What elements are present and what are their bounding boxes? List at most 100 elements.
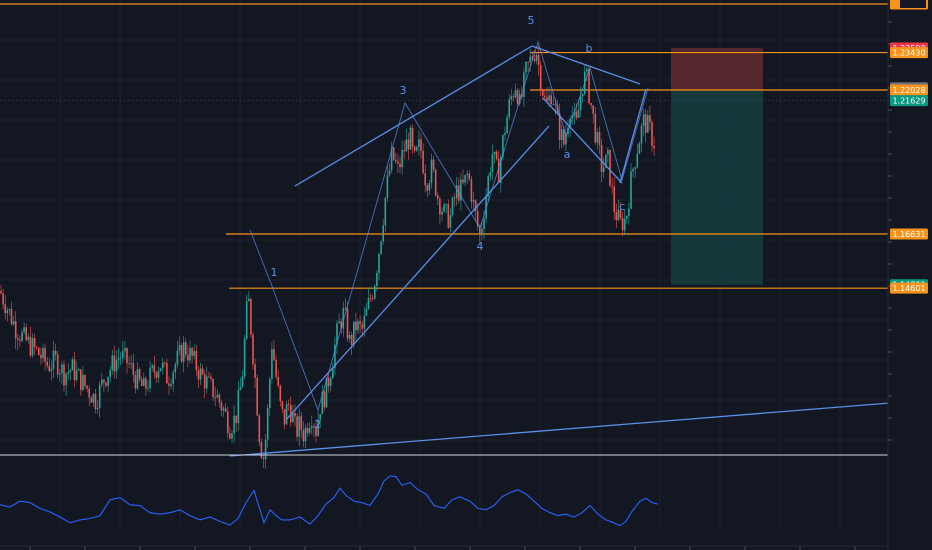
- candle-down: [403, 150, 405, 152]
- chart-root: 12345abc1.235991.234301.221121.220281.21…: [0, 0, 932, 550]
- candle-up: [466, 173, 468, 176]
- candle-down: [153, 365, 156, 373]
- candle-up: [77, 369, 80, 371]
- candle-up: [8, 309, 11, 311]
- candle-up: [119, 357, 122, 359]
- candle-down: [369, 298, 372, 300]
- candle-up: [441, 211, 443, 215]
- candle-up: [237, 390, 240, 424]
- candle-up: [193, 350, 195, 356]
- candle-up: [67, 371, 69, 374]
- candle-up: [298, 416, 300, 437]
- candle-up: [378, 253, 380, 273]
- candle-down: [103, 379, 105, 383]
- candle-up: [245, 301, 248, 339]
- take-profit-zone[interactable]: [671, 89, 763, 285]
- candle-up: [586, 68, 588, 72]
- candle-up: [579, 96, 582, 111]
- candle-down: [132, 363, 135, 375]
- candle-down: [413, 146, 416, 151]
- wave-label-a: a: [564, 148, 571, 161]
- candle-up: [623, 218, 626, 231]
- candle-down: [227, 411, 229, 434]
- candle-up: [577, 110, 580, 118]
- candle-down: [350, 334, 353, 345]
- candle-down: [220, 402, 223, 411]
- candle-up: [443, 204, 445, 212]
- candle-down: [392, 147, 395, 160]
- candle-down: [35, 347, 38, 348]
- candle-up: [491, 154, 494, 173]
- candle-up: [525, 62, 527, 73]
- candle-down: [105, 382, 107, 386]
- candle-up: [332, 368, 334, 379]
- candle-down: [86, 385, 88, 389]
- candle-down: [38, 347, 40, 355]
- candle-down: [512, 96, 515, 98]
- candle-up: [481, 228, 483, 235]
- candle-up: [31, 338, 34, 356]
- price-chart[interactable]: 12345abc1.235991.234301.221121.220281.21…: [0, 0, 932, 550]
- candle-down: [4, 304, 6, 314]
- candle-up: [27, 336, 30, 340]
- candle-down: [128, 363, 130, 365]
- candle-down: [214, 397, 216, 399]
- candle-down: [260, 442, 263, 458]
- candle-up: [149, 367, 151, 389]
- candle-up: [445, 204, 447, 205]
- candle-down: [598, 132, 601, 145]
- candle-up: [607, 149, 609, 155]
- candle-up: [338, 321, 340, 324]
- candle-down: [397, 161, 399, 164]
- candle-down: [539, 65, 542, 91]
- candle-up: [581, 93, 584, 97]
- candle-up: [21, 332, 23, 341]
- candle-up: [59, 373, 61, 375]
- candle-up: [638, 143, 641, 154]
- candle-up: [472, 200, 475, 202]
- candle-up: [174, 364, 177, 373]
- candle-down: [296, 416, 298, 437]
- candle-down: [258, 415, 261, 443]
- stop-loss-zone[interactable]: [671, 48, 763, 90]
- candle-down: [281, 401, 284, 410]
- wave-label-3: 3: [400, 84, 407, 97]
- candle-up: [382, 225, 384, 242]
- candle-up: [311, 425, 313, 429]
- wave-label-4: 4: [477, 240, 484, 253]
- candle-down: [33, 338, 36, 348]
- candle-down: [344, 307, 347, 309]
- candle-up: [363, 315, 366, 329]
- candle-down: [25, 327, 27, 340]
- candle-down: [359, 321, 361, 325]
- candle-up: [82, 374, 84, 391]
- candle-up: [98, 384, 101, 408]
- candle-down: [19, 339, 21, 341]
- candle-down: [355, 321, 357, 331]
- candle-up: [206, 376, 208, 389]
- candle-up: [130, 363, 132, 365]
- candle-down: [590, 103, 592, 106]
- candle-down: [252, 334, 254, 365]
- candle-up: [508, 99, 510, 118]
- candle-down: [113, 355, 116, 372]
- candle-up: [596, 132, 599, 143]
- candle-up: [109, 370, 111, 377]
- candle-up: [124, 348, 126, 351]
- candle-down: [533, 59, 536, 61]
- candle-down: [327, 377, 330, 387]
- candle-up: [65, 373, 67, 386]
- candle-down: [250, 298, 252, 335]
- candle-down: [300, 416, 303, 430]
- candle-up: [239, 387, 242, 391]
- candle-up: [266, 407, 269, 440]
- candle-down: [2, 293, 4, 305]
- candle-down: [283, 409, 286, 425]
- candle-down: [611, 185, 613, 187]
- candle-down: [94, 393, 97, 410]
- candle-down: [420, 139, 422, 152]
- candle-up: [529, 56, 531, 63]
- candle-up: [71, 359, 74, 371]
- candle-down: [399, 163, 401, 168]
- price-tag-top-mask: [900, 0, 926, 8]
